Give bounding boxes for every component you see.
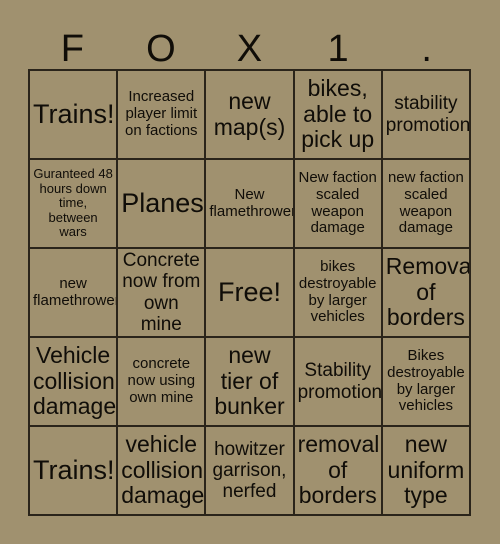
bingo-cell[interactable]: Increased player limit on factions bbox=[118, 71, 207, 160]
bingo-cell[interactable]: Trains! bbox=[30, 71, 119, 160]
bingo-cell[interactable]: new tier of bunker bbox=[206, 338, 295, 427]
bingo-cell-label: Stability promotion bbox=[297, 360, 383, 403]
bingo-cell[interactable]: bikes, able to pick up bbox=[294, 71, 383, 160]
bingo-cell[interactable]: Trains! bbox=[30, 427, 119, 516]
header-letter-1: O bbox=[146, 28, 176, 70]
bingo-cell[interactable]: new map(s) bbox=[206, 71, 295, 160]
bingo-cell[interactable]: new faction scaled weapon damage bbox=[382, 160, 471, 249]
bingo-cell-label: new tier of bunker bbox=[214, 341, 285, 420]
bingo-cell-label: Trains! bbox=[33, 99, 115, 130]
bingo-cell[interactable]: Stability promotion bbox=[294, 338, 383, 427]
bingo-cell[interactable]: howitzer garrison, nerfed bbox=[206, 427, 295, 516]
bingo-cell-label: howitzer garrison, nerfed bbox=[212, 438, 287, 503]
bingo-cell-label: new flamethrower bbox=[33, 274, 119, 309]
bingo-cell[interactable]: bikes destroyable by larger vehicles bbox=[294, 249, 383, 338]
bingo-cell-label: Free! bbox=[217, 277, 281, 308]
bingo-cell[interactable]: New flamethrower bbox=[206, 160, 295, 249]
bingo-cell-label: Removal of borders bbox=[385, 252, 471, 331]
bingo-cell[interactable]: Planes! bbox=[118, 160, 207, 249]
bingo-cell-label: Trains! bbox=[33, 455, 115, 486]
bingo-cell-label: Increased player limit on factions bbox=[125, 88, 198, 139]
bingo-cell-label: Guranteed 48 hours down time, between wa… bbox=[33, 166, 113, 240]
bingo-header: F O X 1 . bbox=[28, 18, 471, 68]
bingo-cell[interactable]: concrete now using own mine bbox=[118, 338, 207, 427]
bingo-cell[interactable]: New faction scaled weapon damage bbox=[294, 160, 383, 249]
bingo-cell[interactable]: Vehicle collision damage bbox=[30, 338, 119, 427]
bingo-cell[interactable]: vehicle collision damage bbox=[118, 427, 207, 516]
bingo-cell-free[interactable]: Free! bbox=[206, 249, 295, 338]
bingo-cell-label: new map(s) bbox=[213, 87, 286, 140]
bingo-cell-label: removal of borders bbox=[297, 430, 380, 509]
bingo-cell-label: Planes! bbox=[121, 188, 207, 219]
bingo-cell-label: New faction scaled weapon damage bbox=[298, 168, 377, 237]
bingo-cell[interactable]: Removal of borders bbox=[382, 249, 471, 338]
bingo-cell-label: vehicle collision damage bbox=[121, 430, 205, 509]
bingo-cell[interactable]: Bikes destroyable by larger vehicles bbox=[382, 338, 471, 427]
bingo-cell[interactable]: new flamethrower bbox=[30, 249, 119, 338]
bingo-cell-label: stability promotion bbox=[385, 93, 471, 136]
bingo-cell[interactable]: new uniform type bbox=[382, 427, 471, 516]
header-letter-0: F bbox=[60, 28, 84, 70]
bingo-cell-label: Vehicle collision damage bbox=[33, 341, 117, 420]
bingo-cell[interactable]: removal of borders bbox=[294, 427, 383, 516]
bingo-cell-label: Bikes destroyable by larger vehicles bbox=[387, 346, 465, 415]
header-letter-2: X bbox=[236, 28, 263, 70]
bingo-cell-label: new faction scaled weapon damage bbox=[387, 168, 464, 237]
header-letter-3: 1 bbox=[327, 28, 349, 70]
bingo-cell[interactable]: Guranteed 48 hours down time, between wa… bbox=[30, 160, 119, 249]
bingo-cell-label: New flamethrower bbox=[209, 185, 295, 220]
bingo-cell-label: new uniform type bbox=[387, 430, 465, 509]
bingo-cell-label: concrete now using own mine bbox=[127, 355, 196, 406]
bingo-cell-label: Concrete now from own mine bbox=[122, 249, 201, 335]
header-letter-4: . bbox=[421, 28, 432, 70]
bingo-cell-label: bikes, able to pick up bbox=[301, 74, 375, 153]
bingo-cell[interactable]: Concrete now from own mine bbox=[118, 249, 207, 338]
bingo-cell-label: bikes destroyable by larger vehicles bbox=[298, 257, 377, 326]
bingo-cell[interactable]: stability promotion bbox=[382, 71, 471, 160]
bingo-card: F O X 1 . Trains! Increased player limit … bbox=[0, 0, 500, 544]
bingo-grid: Trains! Increased player limit on faction… bbox=[28, 69, 471, 516]
